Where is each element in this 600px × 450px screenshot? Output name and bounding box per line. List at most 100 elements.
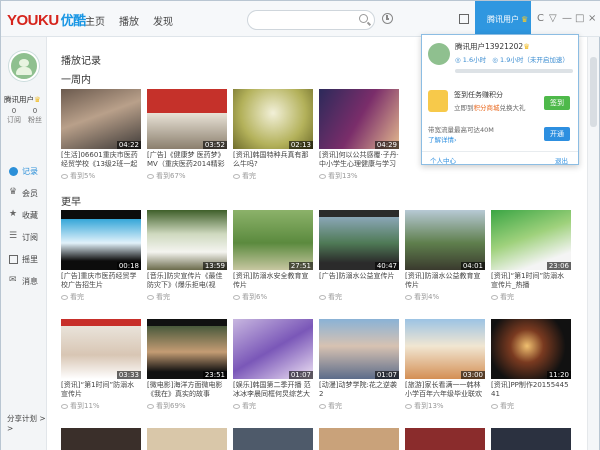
stat-fans[interactable]: 0 粉丝: [25, 107, 45, 125]
video-card[interactable]: 04:01 [资讯]防溺水公益教育宣传片 看到4%: [405, 210, 485, 302]
video-card[interactable]: 23:06 [资讯]“第1时间”防溺水宣传片_热播 看完: [491, 210, 571, 302]
video-card[interactable]: 01:07 [动漫]动梦学院:花之逆袭2 看完: [319, 319, 399, 411]
minimize-button[interactable]: —: [562, 13, 572, 24]
video-thumbnail[interactable]: [147, 428, 227, 450]
video-thumbnail[interactable]: 01:07: [233, 319, 313, 379]
video-title[interactable]: [广告]防溺水公益宣传片: [319, 272, 399, 290]
maximize-button[interactable]: □: [575, 13, 584, 24]
video-card[interactable]: [319, 428, 399, 450]
video-card[interactable]: 27:51 [资讯]防溺水安全教育宣传片 看到6%: [233, 210, 313, 302]
search-icon[interactable]: [359, 14, 368, 23]
video-thumbnail[interactable]: 04:22: [61, 89, 141, 149]
video-card[interactable]: 03:00 [旅游]家长看满一一韩林小学百年六年级毕业联欢会 看到13%: [405, 319, 485, 411]
video-thumbnail[interactable]: 00:18: [61, 210, 141, 270]
scrollbar[interactable]: [587, 37, 599, 450]
video-thumbnail[interactable]: 13:59: [147, 210, 227, 270]
video-thumbnail[interactable]: 03:33: [61, 319, 141, 379]
video-card[interactable]: [147, 428, 227, 450]
search-box[interactable]: [247, 10, 375, 30]
video-title[interactable]: [资讯]防溺水公益教育宣传片: [405, 272, 485, 290]
sidebar-item-messages[interactable]: ✉ 消息: [1, 271, 47, 293]
video-progress-text: 看到13%: [328, 172, 358, 180]
sidebar-item-history[interactable]: 记录: [1, 161, 47, 183]
video-card[interactable]: 13:59 [音乐]防灾宣传片《最佳防灾下》(爆乐拒电(视频)) ... 看完: [147, 210, 227, 302]
video-thumbnail[interactable]: [405, 428, 485, 450]
skin-icon[interactable]: ▽: [549, 13, 557, 24]
sidebar-item-box[interactable]: 摇里: [1, 249, 47, 271]
video-card[interactable]: 04:29 [资讯]何以公共感覆·子丹·中小学生心理健康与学习习惯... 看到1…: [319, 89, 399, 181]
video-thumbnail[interactable]: 04:01: [405, 210, 485, 270]
message-icon[interactable]: [459, 14, 469, 24]
video-thumbnail[interactable]: 04:29: [319, 89, 399, 149]
video-title[interactable]: [资讯]“第1时间”防溺水宣传片_热播: [491, 272, 571, 290]
video-thumbnail[interactable]: 03:00: [405, 319, 485, 379]
video-title[interactable]: [资讯]PP制作20155445 41: [491, 381, 571, 399]
video-title[interactable]: [音乐]防灾宣传片《最佳防灾下》(爆乐拒电(视频)) ...: [147, 272, 227, 290]
video-thumbnail[interactable]: 01:07: [319, 319, 399, 379]
video-card[interactable]: 40:47 [广告]防溺水公益宣传片 看完: [319, 210, 399, 302]
sign-in-button[interactable]: 签到: [544, 96, 570, 110]
avatar[interactable]: [428, 43, 450, 65]
video-thumbnail[interactable]: 27:51: [233, 210, 313, 270]
video-title[interactable]: [资讯]韩国特种兵真有那么牛吗?: [233, 151, 313, 169]
video-card[interactable]: 00:18 [广告]重庆市医药经贸学校广告招生片 看完: [61, 210, 141, 302]
video-card[interactable]: 01:07 [娱乐]韩国第二季开播 范冰冰李晨同框何炅综艺大咖 看完: [233, 319, 313, 411]
personal-center-link[interactable]: 个人中心: [430, 155, 456, 165]
video-title[interactable]: [娱乐]韩国第二季开播 范冰冰李晨同框何炅综艺大咖: [233, 381, 313, 399]
video-thumbnail[interactable]: [491, 428, 571, 450]
sidebar-item-vip[interactable]: ♛ 会员: [1, 183, 47, 205]
video-thumbnail[interactable]: 40:47: [319, 210, 399, 270]
video-thumbnail[interactable]: [233, 428, 313, 450]
points-mall-link[interactable]: 积分商城: [474, 104, 500, 112]
sidebar-username[interactable]: 腾讯用户♛: [4, 94, 41, 105]
video-title[interactable]: [资讯]“第1时间”防溺水宣传片: [61, 381, 141, 399]
video-title[interactable]: [旅游]家长看满一一韩林小学百年六年级毕业联欢会: [405, 381, 485, 399]
refresh-icon[interactable]: C: [537, 13, 544, 24]
logout-link[interactable]: 退出: [555, 155, 568, 165]
video-thumbnail[interactable]: [61, 428, 141, 450]
video-thumbnail[interactable]: 03:52: [147, 89, 227, 149]
video-thumbnail[interactable]: [319, 428, 399, 450]
video-title[interactable]: [动漫]动梦学院:花之逆袭2: [319, 381, 399, 399]
video-card[interactable]: [491, 428, 571, 450]
video-thumbnail[interactable]: 11:20: [491, 319, 571, 379]
video-title[interactable]: [广告]《健康梦 医药梦》MV（重庆医药2014精彩再现）: [147, 151, 227, 169]
video-card[interactable]: 04:22 [生活]06601重庆市医药经贸学校《13级2班一起走过... 看到…: [61, 89, 141, 181]
avatar[interactable]: [9, 51, 39, 81]
video-card[interactable]: 11:20 [资讯]PP制作20155445 41 看完: [491, 319, 571, 411]
nav-play[interactable]: 播放: [119, 13, 139, 28]
video-card[interactable]: 23:51 [微电影]海洋方面微电影《我在》真实的故事 看到69%: [147, 319, 227, 411]
video-card[interactable]: 02:13 [资讯]韩国特种兵真有那么牛吗? 看完: [233, 89, 313, 181]
video-thumbnail[interactable]: 23:51: [147, 319, 227, 379]
scrollbar-thumb[interactable]: [590, 57, 597, 127]
video-card[interactable]: 03:52 [广告]《健康梦 医药梦》MV（重庆医药2014精彩再现） 看到67…: [147, 89, 227, 181]
video-card[interactable]: [405, 428, 485, 450]
video-title[interactable]: [资讯]防溺水安全教育宣传片: [233, 272, 313, 290]
nav-discover[interactable]: 发现: [153, 13, 173, 28]
sidebar-item-label: 会员: [22, 189, 38, 198]
stat-subscriptions[interactable]: 0 订阅: [4, 107, 24, 125]
share-plan-link[interactable]: 分享计划 > >: [7, 413, 46, 433]
close-button[interactable]: ×: [588, 13, 596, 24]
history-icon[interactable]: [382, 13, 393, 24]
user-menu-tab[interactable]: 腾讯用户 ♛: [475, 1, 531, 37]
learn-more-link[interactable]: 了解详情›: [428, 134, 494, 144]
video-title[interactable]: [微电影]海洋方面微电影《我在》真实的故事: [147, 381, 227, 399]
sidebar-item-favorites[interactable]: ★ 收藏: [1, 205, 47, 227]
video-progress-text: 看到6%: [242, 293, 268, 301]
video-progress-text: 看到13%: [414, 402, 444, 410]
open-button[interactable]: 开通: [544, 127, 570, 141]
video-title[interactable]: [广告]重庆市医药经贸学校广告招生片: [61, 272, 141, 290]
video-title[interactable]: [资讯]何以公共感覆·子丹·中小学生心理健康与学习习惯...: [319, 151, 399, 169]
video-title[interactable]: [生活]06601重庆市医药经贸学校《13级2班一起走过...: [61, 151, 141, 169]
video-card[interactable]: 03:33 [资讯]“第1时间”防溺水宣传片 看到11%: [61, 319, 141, 411]
video-card[interactable]: [233, 428, 313, 450]
video-card[interactable]: [61, 428, 141, 450]
sign-desc-prefix: 立即到: [454, 104, 474, 112]
video-thumbnail[interactable]: 23:06: [491, 210, 571, 270]
youku-logo[interactable]: YOUKU 优酷: [7, 10, 86, 29]
sidebar-item-subscriptions[interactable]: ☰ 订阅: [1, 227, 47, 249]
video-thumbnail[interactable]: 02:13: [233, 89, 313, 149]
search-input[interactable]: [258, 14, 348, 24]
nav-home[interactable]: 主页: [85, 13, 105, 28]
